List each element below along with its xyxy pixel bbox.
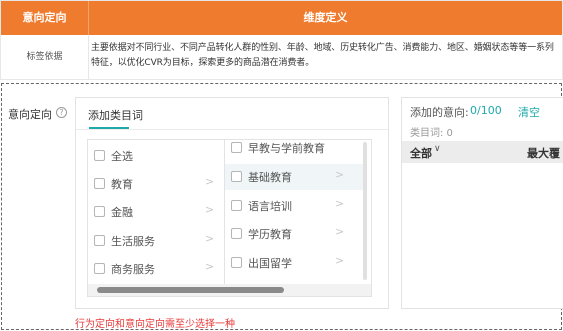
subcategory-label: 学历教育 xyxy=(248,228,292,241)
checkbox[interactable] xyxy=(231,200,242,211)
category-label: 全选 xyxy=(111,150,133,163)
category-label: 商务服务 xyxy=(111,263,155,276)
chevron-right-icon: > xyxy=(335,197,345,210)
category-label: 金融 xyxy=(111,206,133,219)
category-list-box: 全选 教育 > 金融 > 生活服务 > 商务服务 > 早教与学前教育 基础教育 … xyxy=(87,139,372,297)
checkbox[interactable] xyxy=(231,257,242,268)
question-circle-icon[interactable]: ? xyxy=(56,107,67,118)
subcategory-item-language-training[interactable]: 语言培训 > xyxy=(225,193,363,219)
chevron-right-icon: > xyxy=(205,232,215,245)
subcategory-item-early-education[interactable]: 早教与学前教育 xyxy=(225,140,363,161)
subcategory-label: 语言培训 xyxy=(248,200,292,213)
checkbox[interactable] xyxy=(94,150,105,161)
category-item-select-all[interactable]: 全选 xyxy=(88,143,224,169)
chevron-right-icon: > xyxy=(335,254,345,267)
column-divider xyxy=(371,140,372,290)
vertical-scrollbar[interactable] xyxy=(363,142,367,280)
checkbox[interactable] xyxy=(94,206,105,217)
clear-button[interactable]: 清空 xyxy=(518,104,540,120)
subcategory-label: 早教与学前教育 xyxy=(248,142,325,155)
filter-all-dropdown[interactable]: 全部 xyxy=(410,145,432,161)
header-col-intent: 意向定向 xyxy=(1,1,89,35)
definition-table-header: 意向定向 维度定义 xyxy=(1,1,562,35)
category-word-count: 类目词: 0 xyxy=(410,128,453,139)
added-intents-count: 0/100 xyxy=(470,104,502,117)
subcategory-item-academic-education[interactable]: 学历教育 > xyxy=(225,221,363,247)
category-selector-panel: 添加类目词 全选 教育 > 金融 > 生活服务 > 商务服务 > 早教与学前教育… xyxy=(75,97,389,309)
checkbox[interactable] xyxy=(231,171,242,182)
checkbox[interactable] xyxy=(231,142,242,153)
added-intents-label: 添加的意向: xyxy=(410,106,469,119)
chevron-down-icon[interactable]: ∨ xyxy=(434,144,441,154)
row-label: 标签依据 xyxy=(1,35,89,79)
subcategory-label: 出国留学 xyxy=(248,257,292,270)
header-col-definition: 维度定义 xyxy=(303,11,348,24)
checkbox[interactable] xyxy=(94,178,105,189)
category-item-life-services[interactable]: 生活服务 > xyxy=(88,228,224,254)
row-description: 主要依据对不同行业、不同产品转化人群的性别、年龄、地域、历史转化广告、消费能力、… xyxy=(91,43,554,68)
chevron-right-icon: > xyxy=(205,203,215,216)
checkbox[interactable] xyxy=(94,263,105,274)
definition-table: 意向定向 维度定义 标签依据 主要依据对不同行业、不同产品转化人群的性别、年龄、… xyxy=(0,0,563,80)
intent-label: 意向定向 xyxy=(8,108,52,121)
category-label: 生活服务 xyxy=(111,235,155,248)
subcategory-label: 基础教育 xyxy=(248,171,292,184)
chevron-right-icon: > xyxy=(335,168,345,181)
divider xyxy=(76,129,388,130)
subcategory-item-basic-education[interactable]: 基础教育 > xyxy=(225,164,363,190)
category-label: 教育 xyxy=(111,178,133,191)
subcategory-item-study-abroad[interactable]: 出国留学 > xyxy=(225,250,363,276)
chevron-right-icon: > xyxy=(205,175,215,188)
selected-table-header: 全部 ∨ 最大覆 xyxy=(402,141,563,163)
horizontal-scrollbar[interactable] xyxy=(97,287,284,293)
chevron-right-icon: > xyxy=(335,225,345,238)
category-item-education[interactable]: 教育 > xyxy=(88,171,224,197)
category-item-business-services[interactable]: 商务服务 > xyxy=(88,256,224,282)
category-item-finance[interactable]: 金融 > xyxy=(88,199,224,225)
chevron-right-icon: > xyxy=(205,260,215,273)
max-coverage-column-header: 最大覆 xyxy=(527,147,560,160)
selected-intents-panel: 添加的意向: 0/100 清空 类目词: 0 全部 ∨ 最大覆 xyxy=(401,97,563,309)
definition-table-row: 标签依据 主要依据对不同行业、不同产品转化人群的性别、年龄、地域、历史转化广告、… xyxy=(1,35,562,79)
checkbox[interactable] xyxy=(94,235,105,246)
tab-add-category-words[interactable]: 添加类目词 xyxy=(88,107,143,123)
checkbox[interactable] xyxy=(231,228,242,239)
validation-error: 行为定向和意向定向需至少选择一种 xyxy=(75,319,235,330)
